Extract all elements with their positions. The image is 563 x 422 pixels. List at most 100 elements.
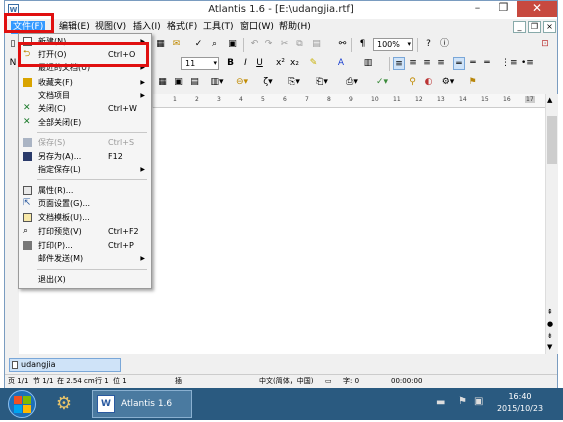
start-button[interactable] [8, 390, 36, 418]
menu-item-save-to[interactable]: 指定保存(L) ▶ [20, 163, 150, 176]
superscript-icon[interactable]: x² [275, 57, 286, 70]
document-tab[interactable]: udangjia [9, 358, 121, 372]
menu-window[interactable]: 窗口(W) [238, 21, 276, 34]
scroll-down-icon[interactable]: ▼ [547, 343, 552, 351]
align-left-button[interactable]: ≡ [393, 57, 405, 70]
pinned-app-icon[interactable]: ⚙ [52, 392, 76, 416]
select-browse-icon[interactable]: ● [547, 320, 553, 328]
mdi-minimize-button[interactable]: _ [513, 21, 526, 33]
menu-item-close-all[interactable]: ✕ 全部关闭(E) [20, 116, 150, 129]
page-down-icon[interactable]: ⇟ [547, 332, 553, 340]
justify-button[interactable]: ≡ [435, 57, 447, 70]
volume-icon[interactable]: ▣ [474, 396, 483, 407]
status-section: 节 1/1 [33, 377, 54, 385]
bookmark-icon[interactable]: ⎙▾ [345, 76, 359, 89]
paste-icon[interactable]: ▤ [310, 38, 323, 51]
special-char-icon[interactable]: ζ▾ [261, 76, 275, 89]
page-break-icon[interactable]: ⎗▾ [315, 76, 329, 89]
submenu-arrow-icon: ▶ [140, 79, 145, 86]
menu-format[interactable]: 格式(F) [165, 21, 199, 34]
highlight-icon[interactable]: ✎ [307, 57, 320, 70]
menu-item-close[interactable]: ✕ 关闭(C) Ctrl+W [20, 102, 150, 115]
picture-icon[interactable]: ▣ [173, 76, 184, 89]
flag-icon[interactable]: ⚑ [467, 76, 478, 89]
taskbar: ⚙ W Atlantis 1.6 ▬ ⚑ ▣ 16:40 2015/10/23 [0, 388, 563, 420]
spellcheck-icon[interactable]: ✓ [193, 38, 204, 51]
mdi-close-button[interactable]: × [543, 21, 556, 33]
symbol-icon[interactable]: ⊖▾ [235, 76, 249, 89]
checkmark-icon[interactable]: ✓▾ [375, 76, 389, 89]
numbered-list-icon[interactable]: ⋮≡ [501, 57, 518, 70]
border-icon[interactable]: ▥ [363, 57, 373, 70]
menu-tools[interactable]: 工具(T) [201, 21, 236, 34]
restore-button[interactable]: ❐ [491, 1, 516, 17]
line-spacing-onehalf-button[interactable]: ═ [467, 57, 479, 70]
color-palette-icon[interactable]: ◐ [423, 76, 434, 89]
menu-item-print[interactable]: 打印(P)... Ctrl+P [20, 239, 150, 252]
copy-icon[interactable]: ⧉ [294, 38, 305, 51]
menu-item-properties[interactable]: 属性(R)... [20, 184, 150, 197]
menu-item-page-setup[interactable]: ⇱ 页面设置(G)... [20, 197, 150, 210]
info-icon[interactable]: ⓘ [439, 38, 450, 51]
hyperlink-icon[interactable]: ⚲ [407, 76, 418, 89]
menu-item-save-as[interactable]: 另存为(A)... F12 [20, 150, 150, 163]
align-right-button[interactable]: ≡ [421, 57, 433, 70]
underline-button[interactable]: U [254, 57, 265, 70]
scroll-thumb[interactable] [547, 116, 557, 164]
italic-button[interactable]: I [240, 57, 251, 70]
taskbar-app-atlantis[interactable]: W Atlantis 1.6 [92, 390, 192, 418]
cut-icon[interactable]: ✂ [279, 38, 290, 51]
font-color-icon[interactable]: A [335, 57, 347, 70]
style-icon[interactable]: N [8, 57, 18, 70]
section-break-icon[interactable]: ⎘▾ [287, 76, 301, 89]
clock-time: 16:40 [508, 392, 532, 401]
line-spacing-double-button[interactable]: ═ [481, 57, 493, 70]
find-icon[interactable]: ⌕ [209, 38, 220, 51]
exit-toolbar-icon[interactable]: ⊡ [539, 38, 551, 51]
menu-item-favorites[interactable]: 收藏夹(F) ▶ [20, 76, 150, 89]
minimize-button[interactable]: – [465, 1, 490, 17]
zoom-value: 100% [377, 40, 400, 49]
menu-help[interactable]: 帮助(H) [277, 21, 313, 34]
close-button[interactable]: ✕ [517, 1, 557, 17]
menu-item-save[interactable]: 保存(S) Ctrl+S [20, 136, 150, 149]
subscript-icon[interactable]: x₂ [289, 57, 300, 70]
text-box-icon[interactable]: ▤ [189, 76, 200, 89]
menu-item-template[interactable]: 文档模板(U)... [20, 211, 150, 224]
system-clock[interactable]: 16:40 2015/10/23 [484, 391, 556, 415]
chevron-down-icon: ▾ [213, 59, 217, 67]
bold-button[interactable]: B [225, 57, 236, 70]
align-center-button[interactable]: ≡ [407, 57, 419, 70]
redo-icon[interactable]: ↷ [263, 38, 274, 51]
menu-item-doc-project[interactable]: 文档项目 ▶ [20, 89, 150, 102]
menu-item-send-mail[interactable]: 邮件发送(M) ▶ [20, 252, 150, 265]
zoom-select[interactable]: 100% ▾ [373, 38, 413, 51]
menu-item-exit[interactable]: 退出(X) [20, 273, 150, 286]
mdi-restore-button[interactable]: ❐ [528, 21, 541, 33]
print-toolbar-icon[interactable]: ▦ [155, 38, 166, 51]
file-menu-dropdown: 新建(N) ▶ ⮌ 打开(O) Ctrl+O 最近的文档(U) ▶ 收藏夹(F)… [18, 33, 152, 289]
field-icon[interactable]: ▥▾ [210, 76, 224, 89]
object-icon[interactable]: ⚙▾ [441, 76, 455, 89]
ruler-tick: 17 [525, 96, 535, 103]
page-up-icon[interactable]: ⇞ [547, 308, 553, 316]
flag-tray-icon[interactable]: ⚑ [458, 396, 467, 407]
mail-icon[interactable]: ✉ [171, 38, 182, 51]
scroll-up-icon[interactable]: ▲ [547, 96, 552, 104]
network-icon[interactable]: ▬ [436, 397, 445, 408]
undo-icon[interactable]: ↶ [249, 38, 260, 51]
new-icon[interactable]: ▯ [8, 38, 18, 51]
ruler-tick: 4 [239, 96, 243, 103]
help-icon[interactable]: ? [423, 38, 434, 51]
document-tabs: udangjia [5, 355, 557, 373]
menu-item-print-preview[interactable]: ⌕ 打印预览(V) Ctrl+F2 [20, 225, 150, 238]
line-spacing-single-button[interactable]: ═ [453, 57, 465, 70]
template-icon [23, 213, 32, 222]
table-icon[interactable]: ▦ [157, 76, 168, 89]
font-size-select[interactable]: 11 ▾ [181, 57, 219, 70]
paragraph-marks-button[interactable]: ¶ [357, 38, 368, 51]
image-icon[interactable]: ▣ [227, 38, 238, 51]
binoculars-icon[interactable]: ⚯ [337, 38, 348, 51]
vertical-scrollbar[interactable]: ▲ ⇞ ● ⇟ ▼ [545, 94, 558, 354]
bullet-list-icon[interactable]: •≡ [521, 57, 534, 70]
